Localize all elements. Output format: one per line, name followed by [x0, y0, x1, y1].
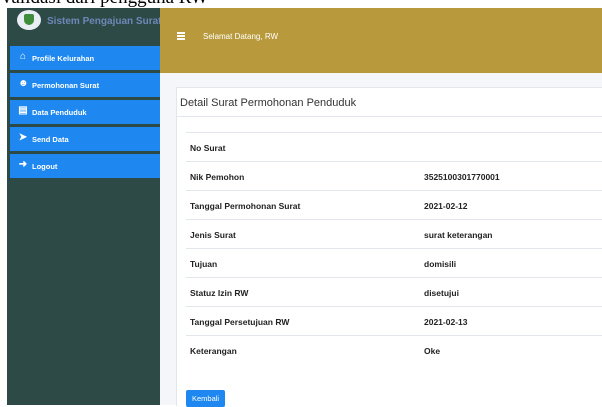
caption-text: validasi dari pengguna RW — [2, 0, 208, 8]
row-value: surat keterangan — [424, 230, 493, 240]
sidebar: Sistem Pengajuan Surat ⌂ Profile Kelurah… — [7, 8, 162, 405]
sidebar-item-logout[interactable]: ➜ Logout — [10, 154, 160, 178]
row-key: Jenis Surat — [190, 230, 236, 240]
sidebar-item-permohonan-surat[interactable]: ☻ Permohonan Surat — [10, 73, 160, 97]
sidebar-item-label: Permohonan Surat — [32, 81, 100, 90]
sidebar-item-label: Send Data — [32, 135, 69, 144]
detail-row-tanggal-permohonan: Tanggal Permohonan Surat 2021-02-12 — [186, 190, 602, 220]
detail-row-keterangan: Keterangan Oke — [186, 335, 602, 365]
send-file-icon: ➤ — [18, 132, 28, 143]
sidebar-brand[interactable]: Sistem Pengajuan Surat — [7, 8, 162, 42]
row-key: Keterangan — [190, 346, 237, 356]
row-key: Tanggal Persetujuan RW — [190, 317, 290, 327]
detail-card: Detail Surat Permohonan Penduduk No Sura… — [176, 87, 602, 407]
topbar: Selamat Datang, RW — [160, 8, 602, 73]
row-key: No Surat — [190, 143, 226, 153]
detail-row-nik-pemohon: Nik Pemohon 3525100301770001 — [186, 161, 602, 191]
sidebar-item-profile-kelurahan[interactable]: ⌂ Profile Kelurahan — [10, 46, 160, 70]
row-key: Tanggal Permohonan Surat — [190, 201, 301, 211]
sidebar-item-data-penduduk[interactable]: ▤ Data Penduduk — [10, 100, 160, 124]
main-content: Detail Surat Permohonan Penduduk No Sura… — [160, 73, 602, 407]
detail-row-no-surat: No Surat — [186, 132, 602, 162]
users-icon: ☻ — [18, 78, 29, 89]
sidebar-item-label: Logout — [32, 162, 58, 171]
sidebar-item-send-data[interactable]: ➤ Send Data — [10, 127, 160, 151]
card-header: Detail Surat Permohonan Penduduk — [177, 88, 602, 117]
brand-title: Sistem Pengajuan Surat — [47, 16, 162, 27]
back-button[interactable]: Kembali — [186, 390, 226, 407]
row-value: Oke — [424, 346, 441, 356]
sidebar-item-label: Data Penduduk — [32, 108, 87, 117]
row-key: Statuz Izin RW — [190, 288, 249, 298]
detail-row-tanggal-persetujuan: Tanggal Persetujuan RW 2021-02-13 — [186, 306, 602, 336]
row-value: 2021-02-12 — [424, 201, 468, 211]
sidebar-item-label: Profile Kelurahan — [32, 54, 95, 63]
sidebar-menu: ⌂ Profile Kelurahan ☻ Permohonan Surat ▤… — [10, 46, 160, 181]
detail-row-status-izin: Statuz Izin RW disetujui — [186, 277, 602, 307]
hamburger-menu-icon[interactable] — [177, 32, 185, 40]
welcome-text: Selamat Datang, RW — [203, 32, 278, 41]
row-key: Nik Pemohon — [190, 172, 245, 182]
row-value: domisili — [424, 259, 457, 269]
logout-icon: ➜ — [18, 159, 28, 170]
row-value: 2021-02-13 — [424, 317, 468, 327]
detail-row-jenis-surat: Jenis Surat surat keterangan — [186, 219, 602, 249]
home-icon: ⌂ — [19, 51, 27, 62]
brand-logo-icon — [17, 10, 41, 30]
row-value: disetujui — [424, 288, 459, 298]
row-key: Tujuan — [190, 259, 218, 269]
card-title: Detail Surat Permohonan Penduduk — [180, 97, 357, 109]
detail-row-tujuan: Tujuan domisili — [186, 248, 602, 278]
file-icon: ▤ — [18, 105, 28, 116]
caption-text-strip: validasi dari pengguna RW — [0, 0, 602, 8]
row-value: 3525100301770001 — [424, 172, 500, 182]
